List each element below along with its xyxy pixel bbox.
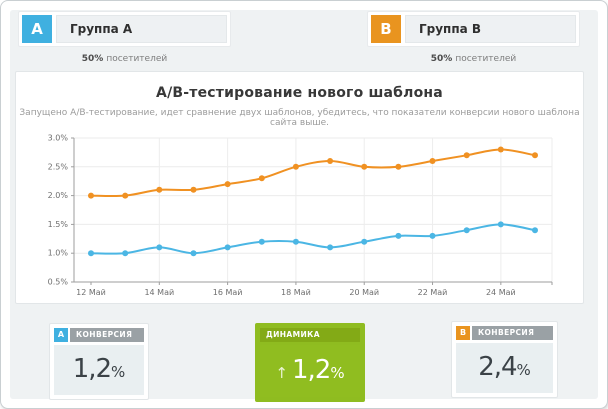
data-point — [532, 227, 538, 233]
y-axis-label: 2.5% — [48, 162, 69, 171]
dynamics-unit: % — [330, 364, 344, 382]
y-axis-label: 2.0% — [48, 191, 69, 200]
data-point — [395, 164, 401, 170]
data-point — [395, 233, 401, 239]
dashboard-window: A Группа A 50%посетителей B Группа B 50%… — [0, 0, 608, 409]
data-point — [293, 164, 299, 170]
conversion-b-label: КОНВЕРСИЯ — [472, 326, 553, 340]
group-a-name: Группа A — [56, 15, 227, 43]
conversion-a-label: КОНВЕРСИЯ — [70, 328, 144, 342]
data-point — [498, 147, 504, 153]
group-b-share-label: посетителей — [455, 54, 516, 64]
data-point — [430, 158, 436, 164]
conversion-b-header: B КОНВЕРСИЯ — [456, 326, 553, 340]
conversion-b-value: 2,4 — [478, 352, 516, 382]
conversion-b-card: B КОНВЕРСИЯ 2,4% — [451, 321, 558, 398]
group-a-card: A Группа A 50%посетителей — [18, 11, 231, 64]
data-point — [430, 233, 436, 239]
dashboard-canvas: A Группа A 50%посетителей B Группа B 50%… — [10, 10, 598, 399]
data-point — [327, 158, 333, 164]
data-point — [122, 250, 128, 256]
data-point — [156, 244, 162, 250]
data-point — [156, 187, 162, 193]
conversion-b-badge: B — [456, 326, 470, 340]
conversion-a-card: A КОНВЕРСИЯ 1,2% — [49, 323, 149, 400]
x-axis-label: 24 Май — [486, 288, 516, 297]
y-axis-label: 1.0% — [48, 249, 69, 258]
data-point — [498, 221, 504, 227]
data-point — [191, 187, 197, 193]
y-axis-label: 3.0% — [48, 134, 69, 143]
y-axis-label: 1.5% — [48, 220, 69, 229]
group-a-share-value: 50% — [82, 54, 104, 64]
data-point — [225, 181, 231, 187]
dynamics-value-box: ↑1,2% — [260, 345, 360, 397]
group-b-badge: B — [371, 15, 401, 43]
data-point — [464, 227, 470, 233]
dynamics-label: ДИНАМИКА — [260, 328, 360, 342]
conversion-a-value: 1,2 — [73, 354, 111, 384]
conversion-a-value-box: 1,2% — [54, 345, 144, 395]
data-point — [88, 250, 94, 256]
data-point — [259, 175, 265, 181]
dynamics-value: 1,2 — [292, 355, 330, 385]
chart-title: А/В-тестирование нового шаблона — [16, 85, 583, 101]
groups-row: A Группа A 50%посетителей B Группа B 50%… — [18, 11, 585, 69]
x-axis-label: 16 Май — [213, 288, 243, 297]
y-axis-label: 0.5% — [48, 278, 69, 287]
group-b-share-value: 50% — [431, 54, 453, 64]
group-b-name: Группа B — [405, 15, 576, 43]
group-b-card: B Группа B 50%посетителей — [367, 11, 580, 64]
conversion-a-badge: A — [54, 328, 68, 342]
conversion-b-value-box: 2,4% — [456, 343, 553, 393]
data-point — [88, 193, 94, 199]
data-point — [464, 152, 470, 158]
group-b-share: 50%посетителей — [367, 54, 580, 64]
x-axis-label: 18 Май — [281, 288, 311, 297]
data-point — [191, 250, 197, 256]
conversion-a-unit: % — [111, 363, 125, 381]
conversion-a-header: A КОНВЕРСИЯ — [54, 328, 144, 342]
data-point — [259, 239, 265, 245]
group-a-box: A Группа A — [18, 11, 231, 47]
x-axis-label: 12 Май — [76, 288, 106, 297]
chart-subtitle: Запущено А/В-тестирование, идет сравнени… — [16, 108, 583, 128]
data-point — [532, 152, 538, 158]
group-b-box: B Группа B — [367, 11, 580, 47]
group-a-share: 50%посетителей — [18, 54, 231, 64]
data-point — [225, 244, 231, 250]
ab-test-panel: А/В-тестирование нового шаблона Запущено… — [15, 71, 584, 304]
data-point — [361, 164, 367, 170]
dynamics-card: ДИНАМИКА ↑1,2% — [255, 323, 365, 402]
ab-test-chart: 3.0% 2.5% 2.0% 1.5% 1.0% 0.5% 12 Май 14 Май 16 М… — [24, 130, 580, 298]
group-a-badge: A — [22, 15, 52, 43]
data-point — [327, 244, 333, 250]
data-point — [361, 239, 367, 245]
conversion-b-unit: % — [517, 361, 531, 379]
x-axis-label: 20 Май — [349, 288, 379, 297]
x-axis-label: 14 Май — [144, 288, 174, 297]
up-arrow-icon: ↑ — [275, 364, 288, 382]
dynamics-header: ДИНАМИКА — [260, 328, 360, 342]
x-axis-label: 22 Май — [418, 288, 448, 297]
data-point — [122, 193, 128, 199]
data-point — [293, 239, 299, 245]
group-a-share-label: посетителей — [106, 54, 167, 64]
